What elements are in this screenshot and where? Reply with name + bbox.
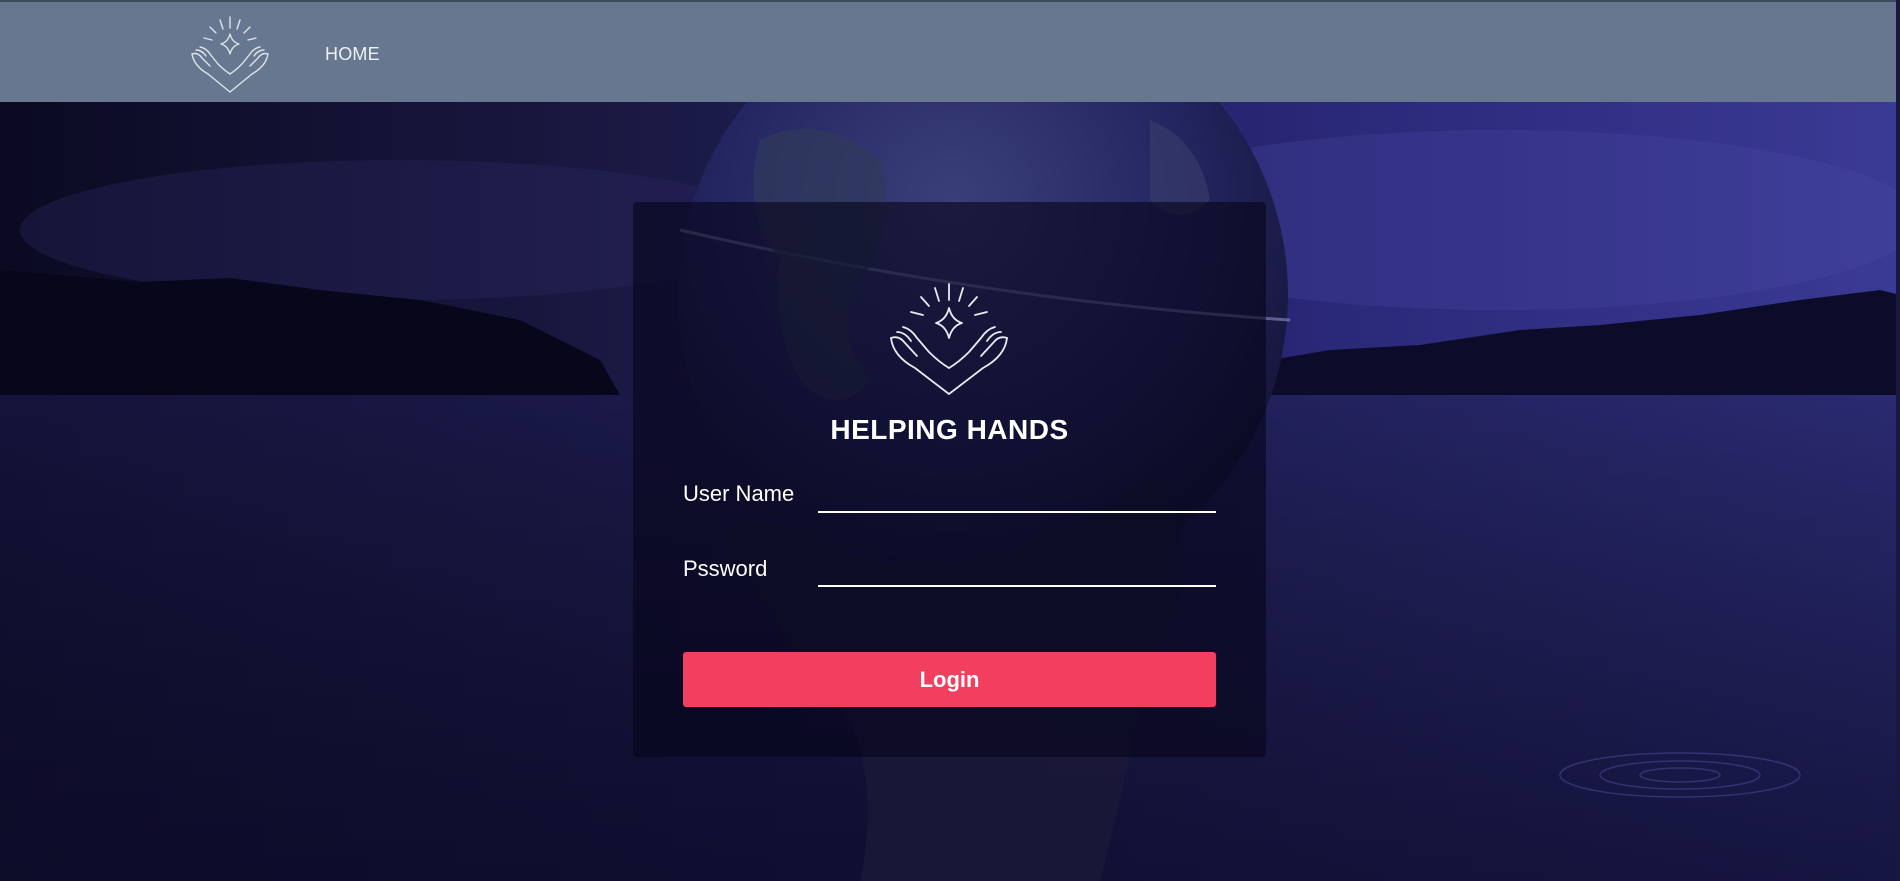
password-label: Pssword: [683, 556, 768, 581]
top-navbar: HOME: [0, 0, 1900, 102]
helping-hands-logo-icon[interactable]: [188, 14, 272, 94]
username-input[interactable]: [818, 479, 1216, 513]
login-card: HELPING HANDS User Name Pssword Login: [633, 202, 1266, 757]
login-button[interactable]: Login: [683, 652, 1216, 707]
password-input[interactable]: [818, 553, 1216, 587]
username-label: User Name: [683, 481, 795, 506]
nav-home-link[interactable]: HOME: [325, 44, 380, 65]
helping-hands-logo-icon: [890, 283, 1008, 395]
window-edge: [1896, 0, 1900, 881]
login-page: HOME HELPING HANDS User Name Pssword Log…: [0, 0, 1900, 881]
app-title: HELPING HANDS: [830, 414, 1069, 445]
